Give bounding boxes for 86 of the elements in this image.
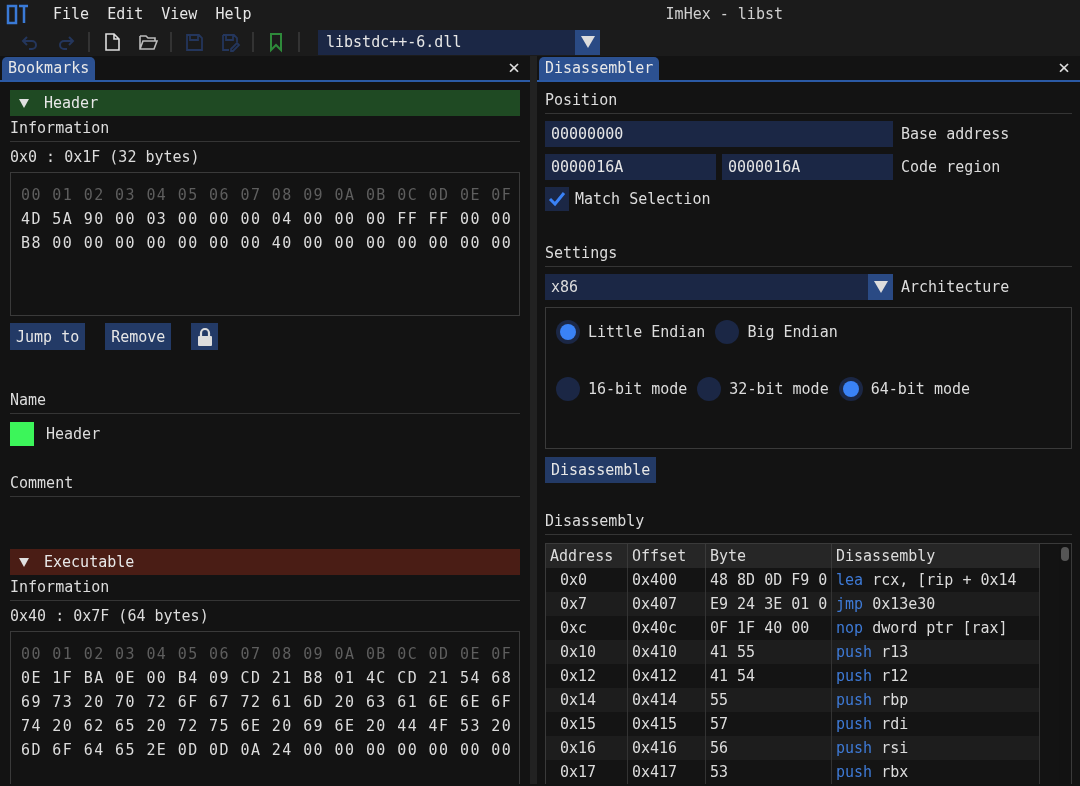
hex-row-text: 69 73 20 70 72 6F 67 72 61 6D 20 63 61 6E 6E 6F	[21, 692, 514, 713]
panel-tab[interactable]: Bookmarks	[2, 57, 96, 80]
bookmark-name: Header	[46, 425, 101, 443]
hex-row-text: 6D 6F 64 65 2E 0D 0D 0A 24 00 00 00 00 00 00 00	[21, 740, 514, 761]
table-cell: 0x10	[546, 640, 628, 664]
architecture-dropdown[interactable]: x86	[545, 274, 893, 300]
radio-button[interactable]	[715, 320, 740, 344]
menu-item[interactable]: File	[44, 5, 99, 23]
close-button[interactable]: ×	[1057, 56, 1070, 80]
bookmark-action-button[interactable]: Remove	[105, 323, 172, 350]
app-logo-icon	[6, 3, 30, 25]
lock-button[interactable]	[191, 323, 219, 350]
close-button[interactable]: ×	[507, 56, 520, 80]
bookmark-action-button[interactable]: Jump to	[10, 323, 86, 350]
table-cell: 56	[706, 736, 832, 760]
radio-label: 16-bit mode	[588, 380, 688, 398]
save-as-icon[interactable]	[219, 31, 241, 53]
checkmark-icon	[548, 191, 566, 207]
disassemble-button[interactable]: Disassemble	[545, 457, 657, 483]
hex-row-text: 0E 1F BA 0E 00 B4 09 CD 21 B8 01 4C CD 21 54 68	[21, 668, 514, 689]
radio-button[interactable]	[556, 377, 580, 401]
radio-button[interactable]	[697, 377, 722, 401]
bookmark-title: Header	[44, 94, 99, 112]
table-cell: 55	[706, 688, 832, 712]
section-label: Disassembly	[545, 512, 645, 530]
radio-label: 64-bit mode	[870, 380, 971, 398]
column-header[interactable]: Disassembly	[832, 544, 1040, 568]
section-label: Settings	[545, 244, 618, 262]
hex-row-text: B8 00 00 00 00 00 00 00 40 00 00 00 00 00 00 00	[21, 233, 514, 254]
table-cell: jmp 0x13e30	[832, 592, 1040, 616]
radio-label: Little Endian	[588, 323, 706, 341]
address-range: 0x0 : 0x1F (32 bytes)	[10, 148, 200, 166]
bookmark-header[interactable]: Executable	[10, 549, 520, 575]
hex-column-header: 00 01 02 03 04 05 06 07 08 09 0A 0B 0C 0D 0E 0F	[21, 644, 514, 665]
radio-button[interactable]	[556, 320, 580, 344]
hex-row-text: 74 20 62 65 20 72 75 6E 20 69 6E 20 44 4F 53 20	[21, 716, 514, 737]
table-cell: 41 55	[706, 640, 832, 664]
collapse-triangle-icon	[18, 97, 30, 109]
table-cell: 0x410	[628, 640, 706, 664]
table-cell: 0x14	[546, 688, 628, 712]
checkbox[interactable]	[545, 187, 569, 211]
table-cell: push rbp	[832, 688, 1040, 712]
file-dropdown[interactable]: libstdc++-6.dll	[318, 29, 600, 55]
hex-column-header: 00 01 02 03 04 05 06 07 08 09 0A 0B 0C 0D 0E 0F	[21, 185, 514, 206]
table-cell: 0x407	[628, 592, 706, 616]
radio-button[interactable]	[838, 377, 863, 401]
column-header[interactable]: Address	[546, 544, 628, 568]
panel-tab[interactable]: Disassembler	[539, 57, 660, 80]
table-cell: 0x414	[628, 688, 706, 712]
column-header[interactable]: Byte	[706, 544, 832, 568]
menu-item[interactable]: View	[152, 5, 207, 23]
color-swatch[interactable]	[10, 422, 34, 446]
radio-label: Big Endian	[747, 323, 838, 341]
base-address-field[interactable]: 00000000	[545, 121, 893, 147]
field-label: Code region	[901, 158, 1001, 176]
radio-label: 32-bit mode	[729, 380, 829, 398]
lock-icon	[195, 326, 214, 347]
checkbox-label: Match Selection	[575, 190, 711, 208]
section-label: Comment	[10, 474, 74, 492]
field-label: Architecture	[901, 278, 1010, 296]
section-label: Name	[10, 391, 47, 409]
column-header[interactable]: Offset	[628, 544, 706, 568]
save-icon[interactable]	[183, 31, 205, 53]
region-start-field[interactable]: 0000016A	[545, 154, 716, 180]
dropdown-arrow-icon	[873, 281, 888, 293]
field-label: Base address	[901, 125, 1010, 143]
menu-item[interactable]: Edit	[98, 5, 153, 23]
section-label: Information	[10, 119, 110, 137]
region-end-field[interactable]: 0000016A	[722, 154, 893, 180]
menu-item[interactable]: Help	[206, 5, 261, 23]
table-cell: push r13	[832, 640, 1040, 664]
bookmark-header[interactable]: Header	[10, 90, 520, 116]
dropdown-arrow-icon	[580, 36, 595, 48]
bookmark-title: Executable	[44, 553, 135, 571]
panel-splitter[interactable]	[530, 56, 537, 784]
table-cell: 0x7	[546, 592, 628, 616]
collapse-triangle-icon	[18, 556, 30, 568]
address-range: 0x40 : 0x7F (64 bytes)	[10, 607, 209, 625]
hex-row-text: 4D 5A 90 00 03 00 00 00 04 00 00 00 FF FF 00 00	[21, 209, 514, 230]
table-cell: 0x16	[546, 736, 628, 760]
table-cell: push rsi	[832, 736, 1040, 760]
section-label: Information	[10, 578, 110, 596]
table-cell: 0x416	[628, 736, 706, 760]
window-title: ImHex - libst	[665, 5, 783, 23]
section-label: Position	[545, 91, 618, 109]
table-cell: E9 24 3E 01 0	[706, 592, 832, 616]
